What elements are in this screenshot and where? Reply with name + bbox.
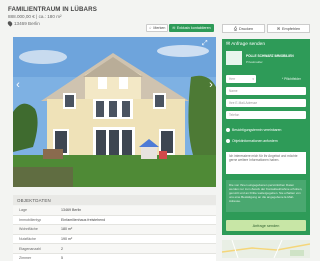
fullscreen-icon[interactable]: ⤢: [202, 40, 208, 48]
radio-dot-icon: [226, 139, 230, 143]
email-field[interactable]: Ihre E-Mail-Adresse: [226, 99, 306, 107]
table-row: Lage 13469 Berlin: [13, 206, 216, 216]
table-row: Etagenanzahl 2: [13, 244, 216, 254]
star-icon: ☆: [148, 26, 152, 30]
print-button[interactable]: ⎙ Drucken: [222, 24, 265, 33]
exclusive-contact-button[interactable]: ✉ Exklusiv kontaktieren: [169, 24, 214, 32]
prev-photo-icon[interactable]: ‹: [14, 78, 22, 92]
chevron-down-icon: ▾: [252, 77, 254, 81]
agent-subtitle: Privatmakler: [246, 60, 263, 64]
recommend-button[interactable]: ✉ Empfehlen: [267, 24, 310, 33]
required-note: * Pflichtfelder: [282, 77, 301, 81]
map-pin-icon: [6, 20, 14, 27]
agent-logo: [226, 51, 242, 65]
radio-info[interactable]: Objektinformationen anfordern: [226, 139, 278, 143]
salutation-select[interactable]: Herr ▾: [226, 75, 256, 83]
listing-price: 888.000,00 € | ca.: 180 m²: [8, 14, 62, 19]
map-image: [222, 240, 310, 258]
listing-location: 13469 Berlin: [6, 20, 40, 27]
mail-icon: ✉: [172, 26, 176, 30]
map-thumbnail[interactable]: [222, 240, 310, 258]
radio-viewing[interactable]: Besichtigungstermin vereinbaren: [226, 128, 281, 132]
message-textarea[interactable]: Ich interessiere mich für Ihr Angebot un…: [226, 152, 306, 174]
merken-button[interactable]: ☆ Merken: [146, 24, 168, 32]
house-image: [13, 37, 216, 187]
mail-icon: ✉: [226, 42, 231, 47]
print-icon: ⎙: [233, 26, 237, 31]
location-text: 13469 Berlin: [14, 21, 40, 26]
share-icon: ✉: [276, 27, 281, 31]
contact-form-title: ✉ Anfrage senden: [226, 42, 265, 47]
name-field[interactable]: Name: [226, 87, 306, 95]
send-request-button[interactable]: Anfrage senden: [226, 220, 306, 231]
next-photo-icon[interactable]: ›: [207, 78, 215, 92]
listing-title: FAMILIENTRAUM IN LÜBARS: [8, 6, 97, 13]
table-row: Zimmer 5: [13, 253, 216, 261]
object-data-table: Lage 13469 Berlin Immobilientyp Einfamil…: [13, 206, 216, 261]
table-row: Immobilientyp Einfamilienhaus freistehen…: [13, 215, 216, 226]
table-row: Nutzfläche 190 m²: [13, 234, 216, 245]
table-row: Wohnfläche 180 m²: [13, 225, 216, 235]
privacy-notice: Die von Ihnen eingegebenen persönlichen …: [226, 180, 306, 212]
object-data-header: OBJEKTDATEN: [13, 195, 216, 205]
listing-photo[interactable]: [13, 37, 216, 187]
radio-dot-icon: [226, 128, 230, 132]
agent-name: POLLE SCHWARZ IMMOBILIEN: [246, 54, 294, 58]
phone-field[interactable]: Telefon: [226, 111, 306, 119]
